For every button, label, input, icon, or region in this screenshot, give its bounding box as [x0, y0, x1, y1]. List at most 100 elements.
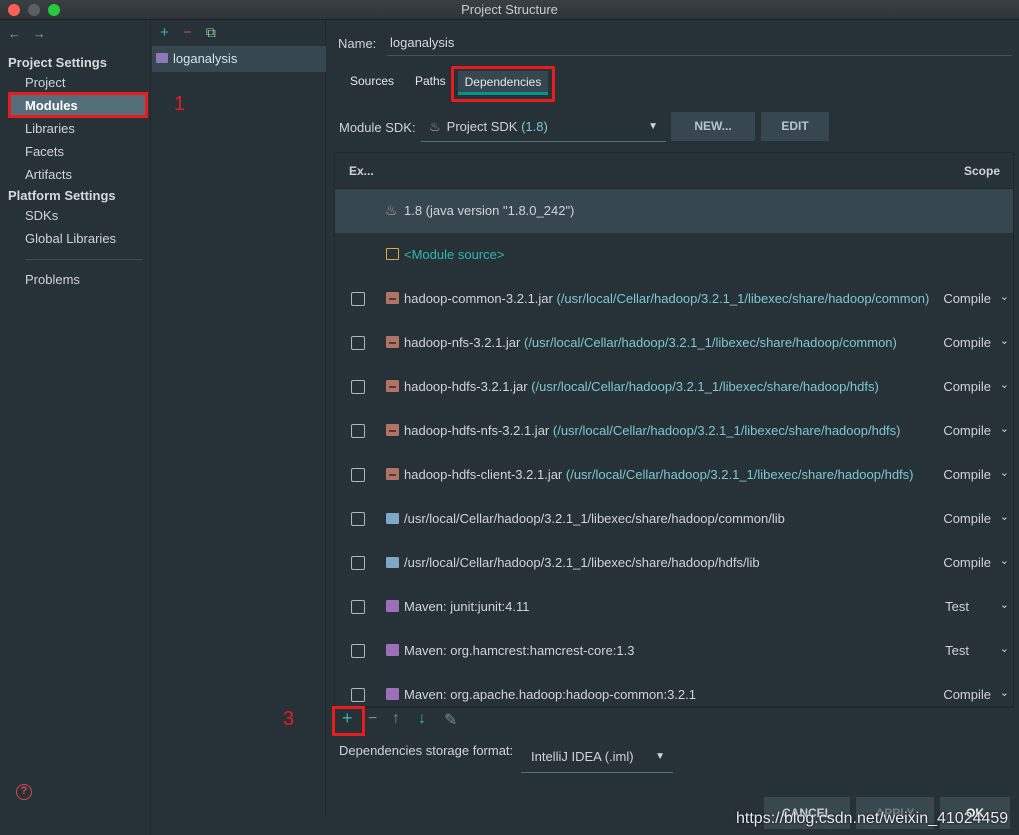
- chevron-down-icon[interactable]: ⌄: [1000, 422, 1009, 435]
- copy-module-icon[interactable]: ⧉: [206, 24, 216, 40]
- scope-dropdown[interactable]: Compile: [943, 423, 991, 438]
- remove-dependency-icon[interactable]: −: [368, 710, 377, 728]
- scope-dropdown[interactable]: Compile: [943, 511, 991, 526]
- watermark-text: https://blog.csdn.net/weixin_41024459: [736, 810, 1009, 827]
- window-titlebar: Project Structure: [0, 0, 1019, 20]
- close-window-button[interactable]: [8, 4, 20, 16]
- dependency-row[interactable]: hadoop-common-3.2.1.jar (/usr/local/Cell…: [335, 277, 1013, 321]
- tab-dependencies[interactable]: Dependencies: [458, 71, 548, 95]
- scope-dropdown[interactable]: Compile: [943, 687, 991, 702]
- dependency-row[interactable]: Maven: org.hamcrest:hamcrest-core:1.3 Tes…: [335, 629, 1013, 673]
- jar-icon: [386, 380, 399, 392]
- scope-dropdown[interactable]: Compile: [943, 335, 991, 350]
- dependency-label: /usr/local/Cellar/hadoop/3.2.1_1/libexec…: [404, 511, 785, 526]
- chevron-down-icon[interactable]: ⌄: [1000, 642, 1009, 655]
- export-checkbox[interactable]: [351, 688, 365, 702]
- sidebar-item-problems[interactable]: Problems: [25, 272, 80, 287]
- export-checkbox[interactable]: [351, 644, 365, 658]
- chevron-down-icon[interactable]: ⌄: [1000, 598, 1009, 611]
- scope-dropdown[interactable]: Compile: [943, 555, 991, 570]
- dependency-label: Maven: junit:junit:4.11: [404, 599, 530, 614]
- jar-icon: [386, 468, 399, 480]
- sidebar-item-artifacts[interactable]: Artifacts: [25, 167, 72, 182]
- export-checkbox[interactable]: [351, 468, 365, 482]
- sdk-value: Project SDK: [446, 119, 518, 134]
- module-sdk-dropdown[interactable]: ♨ Project SDK (1.8) ▼: [421, 113, 666, 142]
- add-module-icon[interactable]: +: [160, 24, 169, 41]
- jdk-label: 1.8 (java version "1.8.0_242"): [404, 203, 575, 218]
- java-cup-icon: ♨: [385, 202, 398, 218]
- new-sdk-button[interactable]: NEW...: [671, 112, 755, 141]
- minimize-window-button[interactable]: [28, 4, 40, 16]
- sidebar-item-project[interactable]: Project: [25, 75, 65, 90]
- dependency-name: /usr/local/Cellar/hadoop/3.2.1_1/libexec…: [404, 555, 760, 570]
- dependency-name: hadoop-hdfs-client-3.2.1.jar: [404, 467, 563, 482]
- export-checkbox[interactable]: [351, 292, 365, 306]
- dependency-path: (/usr/local/Cellar/hadoop/3.2.1_1/libexe…: [523, 335, 897, 350]
- dependency-path: (/usr/local/Cellar/hadoop/3.2.1_1/libexe…: [531, 379, 879, 394]
- chevron-down-icon[interactable]: ⌄: [1000, 290, 1009, 303]
- scope-column-header[interactable]: Scope: [964, 164, 1000, 178]
- dependency-row[interactable]: Maven: org.apache.hadoop:hadoop-common:3…: [335, 673, 1013, 706]
- add-dependency-icon[interactable]: +: [342, 708, 353, 729]
- maven-library-icon: [386, 600, 399, 612]
- dependency-path: (/usr/local/Cellar/hadoop/3.2.1_1/libexe…: [556, 291, 930, 306]
- module-name-input[interactable]: loganalysis: [387, 30, 1012, 56]
- dependency-label: hadoop-hdfs-client-3.2.1.jar (/usr/local…: [404, 467, 914, 482]
- sidebar-item-sdks[interactable]: SDKs: [25, 208, 58, 223]
- back-arrow-icon[interactable]: ←: [8, 26, 21, 41]
- dependency-label: /usr/local/Cellar/hadoop/3.2.1_1/libexec…: [404, 555, 760, 570]
- scope-dropdown[interactable]: Compile: [943, 379, 991, 394]
- export-checkbox[interactable]: [351, 600, 365, 614]
- jdk-row[interactable]: ♨ 1.8 (java version "1.8.0_242"): [335, 189, 1013, 233]
- export-checkbox[interactable]: [351, 380, 365, 394]
- dependency-row[interactable]: Maven: junit:junit:4.11 Test ⌄: [335, 585, 1013, 629]
- scope-dropdown[interactable]: Test: [945, 643, 969, 658]
- scope-dropdown[interactable]: Compile: [943, 467, 991, 482]
- export-checkbox[interactable]: [351, 556, 365, 570]
- jar-icon: [386, 292, 399, 304]
- storage-format-dropdown[interactable]: IntelliJ IDEA (.iml) ▼: [521, 743, 673, 773]
- export-checkbox[interactable]: [351, 424, 365, 438]
- tab-sources[interactable]: Sources: [350, 74, 394, 88]
- export-column-header[interactable]: Ex...: [349, 164, 374, 178]
- forward-arrow-icon[interactable]: →: [33, 26, 46, 41]
- dependency-row[interactable]: /usr/local/Cellar/hadoop/3.2.1_1/libexec…: [335, 497, 1013, 541]
- edit-dependency-icon[interactable]: ✎: [444, 710, 457, 730]
- zoom-window-button[interactable]: [48, 4, 60, 16]
- sidebar-item-facets[interactable]: Facets: [25, 144, 64, 159]
- dependency-row[interactable]: hadoop-hdfs-client-3.2.1.jar (/usr/local…: [335, 453, 1013, 497]
- sidebar-item-libraries[interactable]: Libraries: [25, 121, 75, 136]
- chevron-down-icon[interactable]: ⌄: [1000, 466, 1009, 479]
- dependency-row[interactable]: hadoop-hdfs-3.2.1.jar (/usr/local/Cellar…: [335, 365, 1013, 409]
- module-source-row[interactable]: <Module source>: [335, 233, 1013, 277]
- maven-library-icon: [386, 644, 399, 656]
- export-checkbox[interactable]: [351, 512, 365, 526]
- chevron-down-icon[interactable]: ⌄: [1000, 554, 1009, 567]
- move-up-icon[interactable]: ↑: [392, 710, 400, 728]
- scope-dropdown[interactable]: Test: [945, 599, 969, 614]
- platform-settings-header: Platform Settings: [8, 188, 116, 203]
- move-down-icon[interactable]: ↓: [418, 710, 426, 728]
- dependency-row[interactable]: hadoop-hdfs-nfs-3.2.1.jar (/usr/local/Ce…: [335, 409, 1013, 453]
- chevron-down-icon[interactable]: ⌄: [1000, 378, 1009, 391]
- maven-library-icon: [386, 688, 399, 700]
- chevron-down-icon[interactable]: ⌄: [1000, 686, 1009, 699]
- edit-sdk-button[interactable]: EDIT: [761, 112, 829, 141]
- export-checkbox[interactable]: [351, 336, 365, 350]
- scope-dropdown[interactable]: Compile: [943, 291, 991, 306]
- dependency-label: hadoop-hdfs-3.2.1.jar (/usr/local/Cellar…: [404, 379, 879, 394]
- dependency-row[interactable]: /usr/local/Cellar/hadoop/3.2.1_1/libexec…: [335, 541, 1013, 585]
- dependency-row[interactable]: hadoop-nfs-3.2.1.jar (/usr/local/Cellar/…: [335, 321, 1013, 365]
- tab-paths[interactable]: Paths: [415, 74, 446, 88]
- dependency-name: Maven: org.hamcrest:hamcrest-core:1.3: [404, 643, 635, 658]
- module-item-loganalysis[interactable]: loganalysis: [152, 46, 326, 72]
- storage-format-value: IntelliJ IDEA (.iml): [531, 749, 634, 764]
- dependency-path: (/usr/local/Cellar/hadoop/3.2.1_1/libexe…: [552, 423, 901, 438]
- remove-module-icon[interactable]: −: [183, 24, 192, 41]
- sidebar-item-global-libraries[interactable]: Global Libraries: [25, 231, 116, 246]
- chevron-down-icon[interactable]: ⌄: [1000, 334, 1009, 347]
- folder-icon: [386, 557, 399, 568]
- chevron-down-icon[interactable]: ⌄: [1000, 510, 1009, 523]
- sidebar-item-modules[interactable]: Modules: [8, 92, 148, 118]
